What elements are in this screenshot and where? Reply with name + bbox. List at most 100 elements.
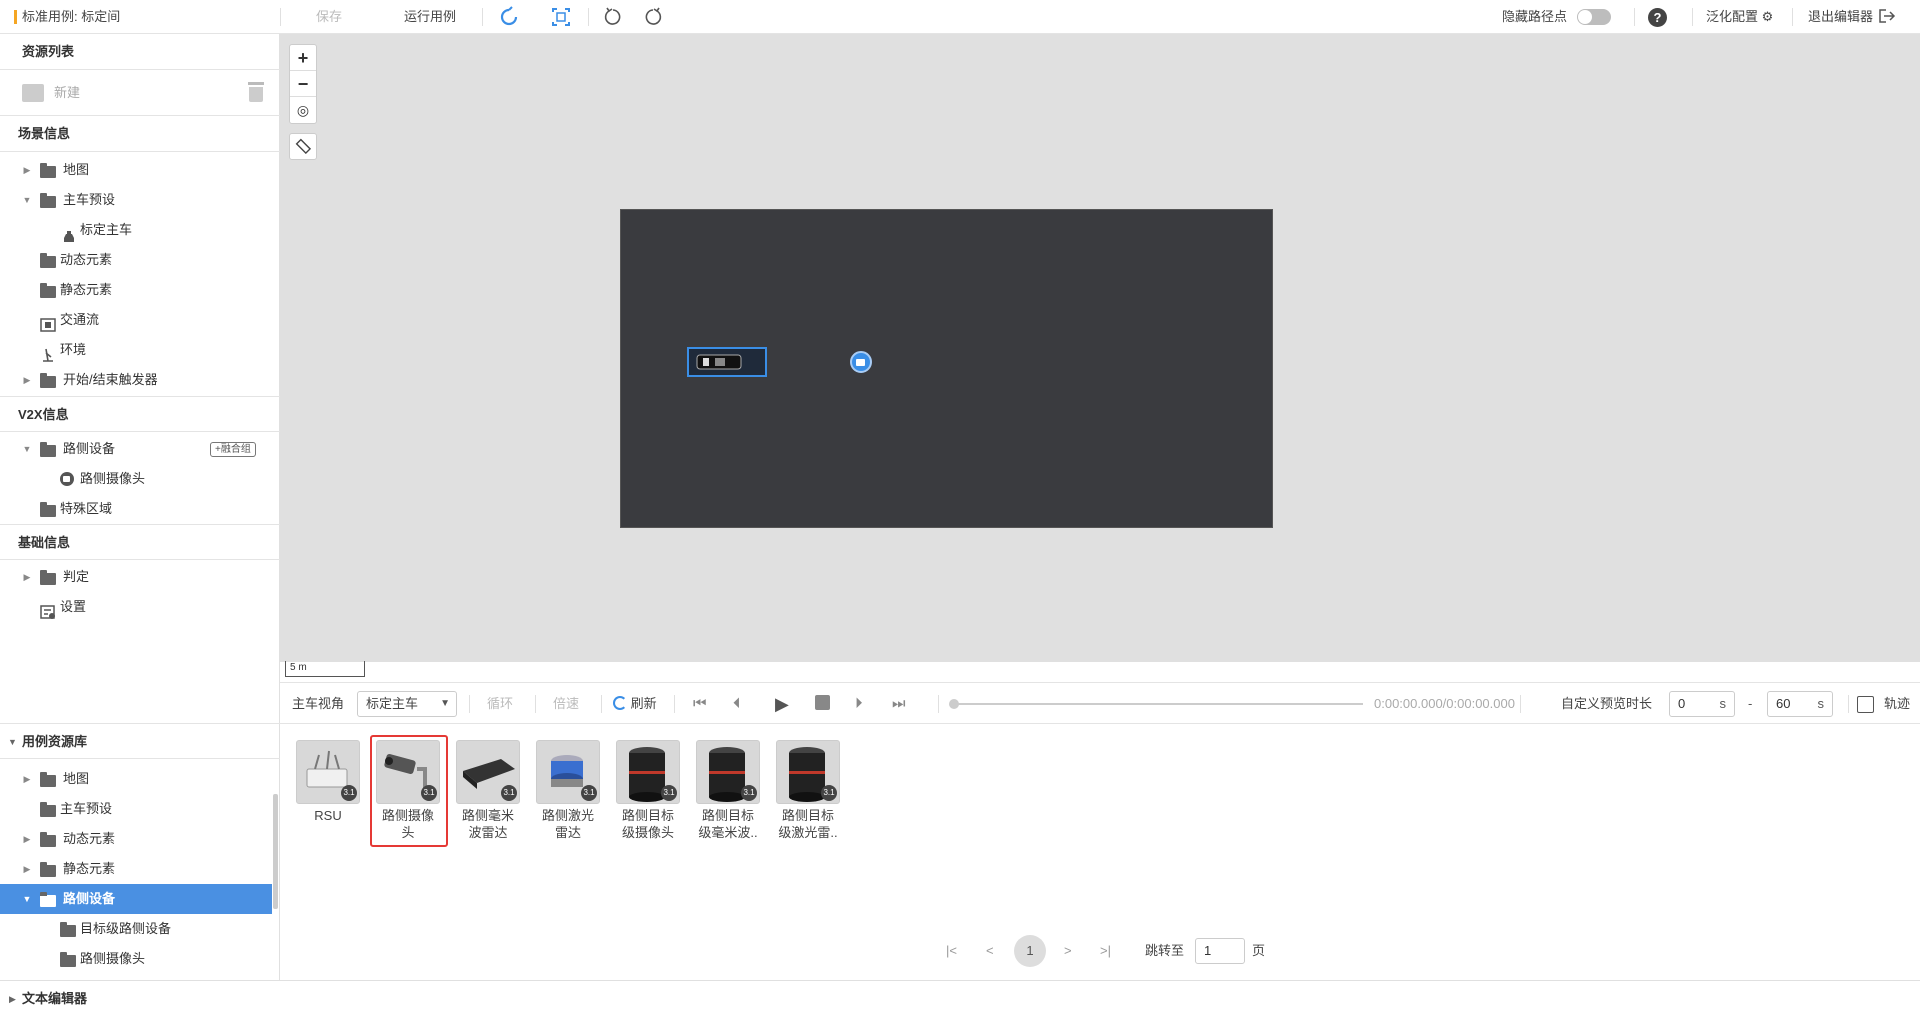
car-icon [62,225,76,242]
focus-frame-icon[interactable] [551,0,571,34]
fusion-group-button[interactable]: +融合组 [210,442,256,457]
zoom-out-button[interactable]: − [290,71,316,97]
library-item-mmwave-radar[interactable]: 3.1 路侧毫米波雷达 [456,740,520,841]
view-select-value: 标定主车 [366,696,419,711]
library-item-target-lidar[interactable]: 3.1 路侧目标级激光雷.. [776,740,840,841]
preview-start-input[interactable]: 0 s [1669,691,1735,717]
tree-item-calibration-ego[interactable]: 标定主车 [0,215,280,245]
page-current[interactable]: 1 [1014,935,1046,967]
first-page-icon[interactable]: |< [946,937,957,965]
library-item-target-mmwave[interactable]: 3.1 路侧目标级毫米波.. [696,740,760,841]
track-checkbox[interactable] [1857,696,1874,713]
help-icon[interactable]: ? [1648,0,1667,34]
sidebar-scrollbar[interactable] [273,794,278,909]
preview-end-input[interactable]: 60 s [1767,691,1833,717]
lib-tree-item-roadside-devices[interactable]: ▼ 路侧设备 [0,884,272,914]
version-badge: 3.1 [501,785,517,801]
left-sidebar: 资源列表 新建 场景信息 ▶ 地图 ▼ 主车预设 标定主车 动态元素 静态元素 [0,34,280,1017]
tree-item-traffic[interactable]: 交通流 [0,305,280,335]
view-select[interactable]: 标定主车 ▼ [357,691,457,717]
step-forward-icon[interactable]: ⏵ [855,683,863,725]
ego-vehicle[interactable] [687,347,767,377]
roadside-camera-marker[interactable] [850,351,872,373]
tree-item-dynamic[interactable]: 动态元素 [0,245,280,275]
collapse-arrow-icon[interactable]: ▼ [22,185,32,215]
lib-tree-item-static[interactable]: ▶ 静态元素 [0,854,280,884]
tree-item-roadside-devices[interactable]: ▼ 路侧设备 +融合组 [0,434,280,464]
library-item-roadside-camera[interactable]: 3.1 路侧摄像头 [376,740,440,841]
generalize-config-button[interactable]: 泛化配置 ⚙ [1706,0,1773,34]
run-case-button[interactable]: 运行用例 [404,0,456,34]
trash-icon[interactable] [248,82,264,102]
expand-arrow-icon[interactable]: ▶ [22,365,32,395]
expand-arrow-icon[interactable]: ▶ [22,824,32,854]
lib-tree-item-dynamic[interactable]: ▶ 动态元素 [0,824,280,854]
tree-item-ego-preset[interactable]: ▼ 主车预设 [0,185,280,215]
collapse-arrow-icon[interactable]: ▼ [22,884,32,914]
lib-tree-item-target-roadside[interactable]: 目标级路侧设备 [0,914,280,944]
redo-icon[interactable] [644,0,662,34]
play-icon[interactable]: ▶ [775,683,789,725]
expand-arrow-icon[interactable]: ▶ [22,764,32,794]
library-item-target-camera[interactable]: 3.1 路侧目标级摄像头 [616,740,680,841]
goto-page-input[interactable]: 1 [1195,938,1245,964]
tree-item-settings[interactable]: 设置 [0,592,280,622]
tree-item-judgement[interactable]: ▶ 判定 [0,562,280,592]
undo-icon[interactable] [604,0,622,34]
zoom-in-button[interactable]: + [290,45,316,71]
text-editor-bar[interactable]: ▶ 文本编辑器 [0,980,1920,1017]
page-unit: 页 [1252,943,1266,958]
library-item-name: 路侧目标级摄像头 [621,808,674,840]
skip-end-icon[interactable]: ⏭ [892,683,906,725]
expand-arrow-icon[interactable]: ▶ [22,854,32,884]
tree-item-map[interactable]: ▶ 地图 [0,155,280,185]
lib-tree-item-ego-preset[interactable]: 主车预设 [0,794,280,824]
step-back-icon[interactable]: ⏴ [733,683,741,725]
speed-button[interactable]: 倍速 [553,683,579,725]
settings-icon [40,600,56,630]
library-item-rsu[interactable]: 3.1 RSU [296,740,360,824]
tree-item-static[interactable]: 静态元素 [0,275,280,305]
rsu-thumbnail: 3.1 [296,740,360,804]
last-page-icon[interactable]: >| [1100,937,1111,965]
lib-tree-item-roadside-camera[interactable]: 路侧摄像头 [0,944,280,974]
tree-item-environment[interactable]: 环境 [0,335,280,365]
timeline-handle[interactable] [949,699,959,709]
prev-page-icon[interactable]: < [986,937,994,965]
lib-tree-item-map[interactable]: ▶ 地图 [0,764,280,794]
target-lidar-thumbnail: 3.1 [776,740,840,804]
loop-button[interactable]: 循环 [487,683,513,725]
tree-label: 主车预设 [63,192,116,207]
timeline-slider[interactable] [949,699,1363,709]
case-library-header[interactable]: ▼ 用例资源库 [0,723,280,759]
case-title: 标准用例: 标定间 [22,9,121,24]
save-button[interactable]: 保存 [316,0,342,34]
library-item-lidar[interactable]: 3.1 路侧激光雷达 [536,740,600,841]
skip-start-icon[interactable]: ⏮ [693,683,707,725]
resource-actions: 新建 [0,70,280,116]
expand-arrow-icon[interactable]: ▶ [22,155,32,185]
folder-open-icon [40,892,56,907]
stop-icon[interactable] [815,683,830,725]
tree-item-triggers[interactable]: ▶ 开始/结束触发器 [0,365,280,395]
loading-icon[interactable] [499,0,519,34]
tree-item-roadside-camera[interactable]: 路侧摄像头 [0,464,280,494]
collapse-arrow-icon[interactable]: ▼ [8,724,17,760]
ruler-button[interactable] [289,133,317,160]
library-item-name: RSU [314,808,342,823]
folder-icon [40,832,56,847]
new-button[interactable]: 新建 [54,84,80,102]
preview-start-value: 0 [1678,696,1686,711]
next-page-icon[interactable]: > [1064,937,1072,965]
expand-arrow-icon[interactable]: ▶ [22,562,32,592]
refresh-button[interactable]: 刷新 [613,683,657,725]
new-folder-icon[interactable] [22,84,44,102]
unit-label: s [1817,696,1825,711]
recenter-button[interactable]: ◎ [290,97,316,123]
collapse-arrow-icon[interactable]: ▼ [22,434,32,464]
hide-waypoints-toggle[interactable] [1577,9,1611,25]
exit-editor-button[interactable]: 退出编辑器 [1808,0,1897,34]
tree-item-special-area[interactable]: 特殊区域 [0,494,280,524]
expand-arrow-icon[interactable]: ▶ [9,981,16,1017]
folder-icon [60,952,76,967]
